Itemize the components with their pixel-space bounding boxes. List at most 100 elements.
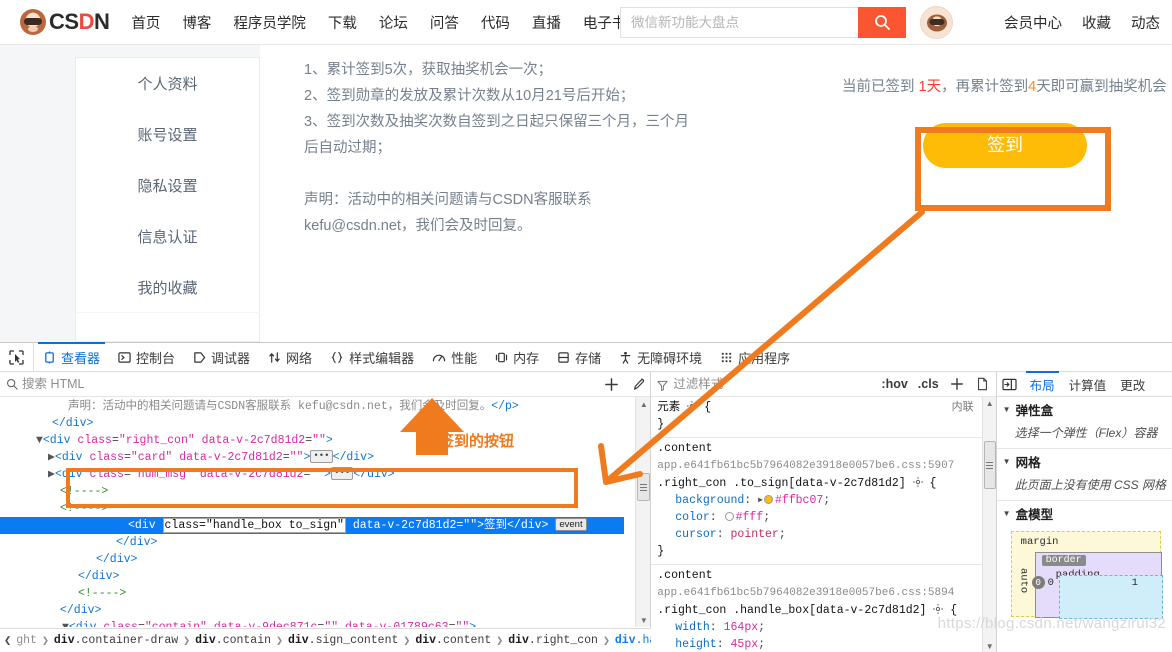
tab-debugger[interactable]: 调试器 [184, 343, 259, 372]
tab-changes[interactable]: 更改 [1113, 372, 1152, 397]
tab-application[interactable]: 应用程序 [711, 343, 799, 372]
dom-line[interactable]: </div> [0, 534, 624, 551]
breadcrumb-item-sign-content[interactable]: div.sign_content [287, 634, 399, 647]
scroll-down-arrow[interactable]: ▼ [636, 613, 651, 627]
eyedropper-button[interactable] [624, 372, 650, 397]
user-avatar[interactable] [920, 6, 953, 39]
scroll-up-arrow[interactable]: ▲ [983, 397, 997, 409]
css-prop-cursor[interactable]: cursor: pointer; [657, 526, 975, 543]
rule-block-handle-box[interactable]: .content app.e641fb61bc5b7964082e3918e00… [651, 565, 981, 652]
rule-source[interactable]: app.e641fb61bc5b7964082e3918e0057be6.css… [657, 587, 954, 599]
stylesheet-button[interactable] [970, 372, 996, 397]
scroll-down-arrow[interactable]: ▼ [983, 640, 997, 652]
dom-line[interactable]: </div> [0, 415, 624, 432]
boxmodel-section-header[interactable]: ▼ 盒模型 [997, 501, 1172, 525]
dom-line-comment[interactable]: <!----> [0, 500, 624, 517]
tab-memory[interactable]: 内存 [486, 343, 548, 372]
rule-selector-prefix[interactable]: .content [657, 442, 712, 455]
box-model-diagram[interactable]: margin auto border padding 0 0 1 [997, 525, 1172, 619]
element-picker-button[interactable] [0, 342, 34, 372]
box-model-border-left-value[interactable]: 0 [1031, 576, 1045, 589]
box-model-margin-area[interactable]: margin auto border padding 0 0 1 [1010, 531, 1163, 619]
color-swatch[interactable] [724, 512, 734, 521]
class-attr-editor[interactable]: class="handle_box to_sign" [162, 518, 346, 533]
sidebar-item-privacy-settings[interactable]: 隐私设置 [76, 160, 259, 211]
dom-line-comment[interactable]: <!----> [0, 585, 624, 602]
box-model-content-width-value[interactable]: 1 [1132, 577, 1138, 589]
sidebar-item-profile[interactable]: 个人资料 [76, 58, 259, 109]
add-rule-button[interactable] [944, 372, 970, 397]
dom-line-contain[interactable]: ▼<div class="contain" data-v-9dec871c=""… [0, 619, 624, 627]
nav-item-download[interactable]: 下载 [328, 12, 357, 33]
rule-selector[interactable]: .right_con .to_sign[data-v-2c7d81d2] { [657, 475, 975, 492]
rule-selector-prefix[interactable]: .content [657, 569, 712, 582]
nav-item-qa[interactable]: 问答 [430, 12, 459, 33]
hov-toggle-button[interactable]: :hov [876, 377, 912, 391]
rule-block-to-sign[interactable]: .content app.e641fb61bc5b7964082e3918e00… [651, 438, 982, 565]
dom-line[interactable]: </div> [0, 568, 624, 585]
filter-styles-input[interactable] [651, 372, 877, 396]
dom-line[interactable]: </div> [0, 602, 624, 619]
dom-line[interactable]: </div> [0, 551, 624, 568]
rule-selector[interactable]: 元素 { [657, 399, 975, 416]
rules-scrollbar[interactable]: ▲ ▼ [981, 397, 997, 652]
csdn-logo[interactable]: CSDN [20, 9, 110, 35]
box-model-margin-left-value[interactable]: auto [1018, 568, 1030, 593]
scroll-up-arrow[interactable]: ▲ [636, 397, 651, 411]
dom-line-comment[interactable]: <!----> [0, 483, 624, 500]
sign-in-button[interactable]: 签到 [923, 123, 1087, 168]
dom-line[interactable]: 声明：活动中的相关问题请与CSDN客服联系 kefu@csdn.net，我们会及… [0, 398, 624, 415]
box-model-padding-area[interactable] [1058, 575, 1163, 619]
selector-highlight-icon[interactable] [687, 401, 704, 414]
css-prop-width[interactable]: width: 164px; [657, 619, 975, 636]
css-prop-color[interactable]: color: #fff; [657, 509, 975, 526]
rule-selector[interactable]: .right_con .handle_box[data-v-2c7d81d2] … [657, 602, 975, 619]
search-input[interactable] [620, 7, 858, 38]
sidebar-item-favorites[interactable]: 我的收藏 [76, 262, 259, 313]
tab-storage[interactable]: 存储 [548, 343, 610, 372]
breadcrumb-item-right-con[interactable]: div.right_con [507, 634, 599, 647]
scrollbar-thumb[interactable] [983, 441, 996, 489]
search-html-input[interactable] [0, 372, 599, 396]
header-item-activity[interactable]: 动态 [1131, 12, 1160, 33]
tab-inspector[interactable]: 查看器 [34, 341, 109, 372]
dom-line-num-msg[interactable]: ▶<div class="num_msg" data-v-2c7d81d2=""… [0, 466, 624, 483]
dom-line-card[interactable]: ▶<div class="card" data-v-2c7d81d2=""> ••… [0, 449, 624, 466]
sidebar-item-account-settings[interactable]: 账号设置 [76, 109, 259, 160]
event-badge[interactable]: event [555, 518, 587, 531]
sidebar-item-verification[interactable]: 信息认证 [76, 211, 259, 262]
nav-item-forum[interactable]: 论坛 [379, 12, 408, 33]
tab-layout[interactable]: 布局 [1023, 370, 1062, 397]
selector-highlight-icon[interactable] [912, 477, 930, 490]
dom-tree-scrollbar[interactable]: ▲ ▼ [635, 397, 651, 627]
header-item-favorites[interactable]: 收藏 [1082, 12, 1111, 33]
header-item-membership[interactable]: 会员中心 [1004, 12, 1062, 33]
color-swatch[interactable] [763, 495, 773, 504]
tab-computed[interactable]: 计算值 [1062, 372, 1114, 397]
breadcrumb-item-partial[interactable]: ght [15, 634, 38, 647]
scrollbar-thumb[interactable] [637, 473, 651, 501]
breadcrumb-item-content[interactable]: div.content [414, 634, 492, 647]
nav-item-live[interactable]: 直播 [532, 12, 561, 33]
box-model-padding-left-value[interactable]: 0 [1048, 577, 1054, 589]
add-node-button[interactable] [598, 372, 624, 397]
tab-network[interactable]: 网络 [259, 343, 321, 372]
breadcrumb-item-container-draw[interactable]: div.container-draw [53, 634, 179, 647]
rule-source[interactable]: app.e641fb61bc5b7964082e3918e0057be6.css… [657, 460, 954, 472]
css-prop-height[interactable]: height: 45px; [657, 636, 975, 652]
nav-item-code[interactable]: 代码 [481, 12, 510, 33]
tab-performance[interactable]: 性能 [423, 343, 486, 372]
nav-item-academy[interactable]: 程序员学院 [233, 12, 306, 33]
tab-console[interactable]: 控制台 [109, 343, 184, 372]
nav-item-home[interactable]: 首页 [131, 12, 160, 33]
dom-line-right-con[interactable]: ▼<div class="right_con" data-v-2c7d81d2=… [0, 432, 624, 449]
grid-section-header[interactable]: ▼ 网格 [997, 449, 1172, 473]
tab-style-editor[interactable]: 样式编辑器 [321, 343, 423, 372]
split-view-button[interactable] [997, 372, 1023, 396]
css-prop-background[interactable]: background: ▶ #ffbc07; [657, 492, 975, 509]
breadcrumb-scroll-left[interactable]: ❮ [0, 633, 15, 648]
tab-accessibility[interactable]: 无障碍环境 [610, 343, 711, 372]
breadcrumb-item-contain[interactable]: div.contain [194, 634, 272, 647]
rule-block-element[interactable]: 内联 元素 { } [651, 397, 982, 438]
flexbox-section-header[interactable]: ▼ 弹性盒 [997, 397, 1172, 421]
